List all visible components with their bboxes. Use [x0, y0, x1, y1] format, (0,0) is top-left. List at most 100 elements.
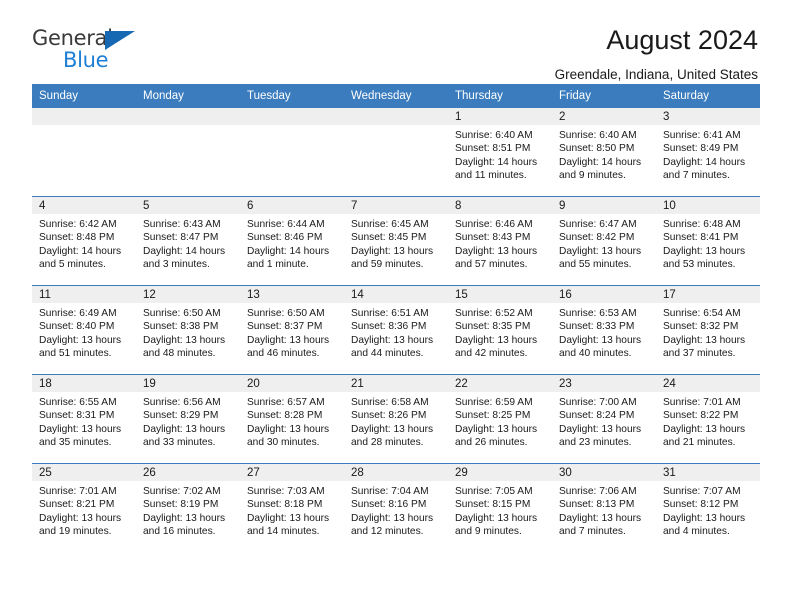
day-details: Sunrise: 6:40 AM Sunset: 8:50 PM Daylight:…: [552, 125, 656, 183]
calendar-day-cell[interactable]: 21 Sunrise: 6:58 AM Sunset: 8:26 PM Dayligh…: [344, 374, 448, 464]
calendar-week-row: 11 Sunrise: 6:49 AM Sunset: 8:40 PM Dayligh…: [32, 285, 760, 375]
day-details: Sunrise: 6:50 AM Sunset: 8:38 PM Daylight:…: [136, 303, 240, 361]
calendar-table: Sunday Monday Tuesday Wednesday Thursday…: [32, 84, 760, 552]
day-details: Sunrise: 6:54 AM Sunset: 8:32 PM Daylight:…: [656, 303, 760, 361]
calendar-week-row: 25 Sunrise: 7:01 AM Sunset: 8:21 PM Dayligh…: [32, 463, 760, 552]
weekday-header-thursday: Thursday: [448, 84, 552, 108]
sunset-text: Sunset: 8:47 PM: [143, 232, 219, 244]
sunset-text: Sunset: 8:22 PM: [663, 410, 739, 422]
day-number: 25: [32, 464, 136, 481]
calendar-day-cell[interactable]: 1 Sunrise: 6:40 AM Sunset: 8:51 PM Daylight…: [448, 108, 552, 197]
sunset-text: Sunset: 8:29 PM: [143, 410, 219, 422]
weekday-header-monday: Monday: [136, 84, 240, 108]
day-number: 3: [656, 108, 760, 125]
calendar-day-cell[interactable]: 11 Sunrise: 6:49 AM Sunset: 8:40 PM Dayligh…: [32, 285, 136, 375]
calendar-cell-empty: [32, 108, 136, 197]
day-number: [136, 108, 240, 125]
calendar-day-cell[interactable]: 29 Sunrise: 7:05 AM Sunset: 8:15 PM Dayligh…: [448, 463, 552, 552]
calendar-day-cell[interactable]: 18 Sunrise: 6:55 AM Sunset: 8:31 PM Dayligh…: [32, 374, 136, 464]
calendar-day-cell[interactable]: 30 Sunrise: 7:06 AM Sunset: 8:13 PM Dayligh…: [552, 463, 656, 552]
calendar-day-cell[interactable]: 31 Sunrise: 7:07 AM Sunset: 8:12 PM Dayligh…: [656, 463, 760, 552]
sunrise-text: Sunrise: 7:05 AM: [455, 486, 533, 497]
sunset-text: Sunset: 8:46 PM: [247, 232, 323, 244]
calendar-day-cell[interactable]: 20 Sunrise: 6:57 AM Sunset: 8:28 PM Dayligh…: [240, 374, 344, 464]
calendar-day-cell[interactable]: 26 Sunrise: 7:02 AM Sunset: 8:19 PM Dayligh…: [136, 463, 240, 552]
calendar-day-cell[interactable]: 7 Sunrise: 6:45 AM Sunset: 8:45 PM Daylight…: [344, 196, 448, 286]
day-details: Sunrise: 6:48 AM Sunset: 8:41 PM Daylight:…: [656, 214, 760, 272]
calendar-day-cell[interactable]: 23 Sunrise: 7:00 AM Sunset: 8:24 PM Dayligh…: [552, 374, 656, 464]
calendar-day-cell[interactable]: 13 Sunrise: 6:50 AM Sunset: 8:37 PM Dayligh…: [240, 285, 344, 375]
calendar-day-cell[interactable]: 4 Sunrise: 6:42 AM Sunset: 8:48 PM Daylight…: [32, 196, 136, 286]
sunset-text: Sunset: 8:31 PM: [39, 410, 115, 422]
sunset-text: Sunset: 8:40 PM: [39, 321, 115, 333]
sunset-text: Sunset: 8:37 PM: [247, 321, 323, 333]
day-number: 27: [240, 464, 344, 481]
day-number: 21: [344, 375, 448, 392]
calendar-day-cell[interactable]: 16 Sunrise: 6:53 AM Sunset: 8:33 PM Dayligh…: [552, 285, 656, 375]
sunset-text: Sunset: 8:48 PM: [39, 232, 115, 244]
day-number: 28: [344, 464, 448, 481]
sunrise-text: Sunrise: 7:01 AM: [663, 397, 741, 408]
calendar-day-cell[interactable]: 5 Sunrise: 6:43 AM Sunset: 8:47 PM Daylight…: [136, 196, 240, 286]
day-details: Sunrise: 7:01 AM Sunset: 8:21 PM Daylight:…: [32, 481, 136, 539]
sunrise-text: Sunrise: 6:48 AM: [663, 219, 741, 230]
general-blue-logo[interactable]: General Blue: [32, 26, 144, 74]
calendar-day-cell[interactable]: 10 Sunrise: 6:48 AM Sunset: 8:41 PM Dayligh…: [656, 196, 760, 286]
day-number: 7: [344, 197, 448, 214]
daylight-text: Daylight: 13 hours and 55 minutes.: [559, 245, 642, 271]
day-details: Sunrise: 6:57 AM Sunset: 8:28 PM Daylight:…: [240, 392, 344, 450]
day-details: Sunrise: 7:04 AM Sunset: 8:16 PM Daylight:…: [344, 481, 448, 539]
day-details: Sunrise: 7:01 AM Sunset: 8:22 PM Daylight:…: [656, 392, 760, 450]
day-number: 1: [448, 108, 552, 125]
calendar-day-cell[interactable]: 28 Sunrise: 7:04 AM Sunset: 8:16 PM Dayligh…: [344, 463, 448, 552]
daylight-text: Daylight: 13 hours and 16 minutes.: [143, 512, 226, 538]
daylight-text: Daylight: 13 hours and 35 minutes.: [39, 423, 122, 449]
sunrise-text: Sunrise: 6:53 AM: [559, 308, 637, 319]
sunrise-text: Sunrise: 6:55 AM: [39, 397, 117, 408]
day-number: 13: [240, 286, 344, 303]
weekday-header-sunday: Sunday: [32, 84, 136, 108]
calendar-day-cell[interactable]: 27 Sunrise: 7:03 AM Sunset: 8:18 PM Dayligh…: [240, 463, 344, 552]
day-number: 5: [136, 197, 240, 214]
day-details: Sunrise: 6:44 AM Sunset: 8:46 PM Daylight:…: [240, 214, 344, 272]
day-number: 9: [552, 197, 656, 214]
daylight-text: Daylight: 13 hours and 12 minutes.: [351, 512, 434, 538]
day-details: Sunrise: 7:03 AM Sunset: 8:18 PM Daylight:…: [240, 481, 344, 539]
calendar-day-cell[interactable]: 22 Sunrise: 6:59 AM Sunset: 8:25 PM Dayligh…: [448, 374, 552, 464]
daylight-text: Daylight: 14 hours and 11 minutes.: [455, 156, 538, 182]
day-number: 23: [552, 375, 656, 392]
calendar-day-cell[interactable]: 9 Sunrise: 6:47 AM Sunset: 8:42 PM Daylight…: [552, 196, 656, 286]
sunset-text: Sunset: 8:15 PM: [455, 499, 531, 511]
sunset-text: Sunset: 8:16 PM: [351, 499, 427, 511]
day-details: Sunrise: 6:42 AM Sunset: 8:48 PM Daylight:…: [32, 214, 136, 272]
sunrise-text: Sunrise: 6:56 AM: [143, 397, 221, 408]
sunrise-text: Sunrise: 6:54 AM: [663, 308, 741, 319]
daylight-text: Daylight: 13 hours and 21 minutes.: [663, 423, 746, 449]
calendar-day-cell[interactable]: 25 Sunrise: 7:01 AM Sunset: 8:21 PM Dayligh…: [32, 463, 136, 552]
sunrise-text: Sunrise: 7:03 AM: [247, 486, 325, 497]
daylight-text: Daylight: 13 hours and 14 minutes.: [247, 512, 330, 538]
day-details: Sunrise: 6:51 AM Sunset: 8:36 PM Daylight:…: [344, 303, 448, 361]
day-number: 12: [136, 286, 240, 303]
day-number: 4: [32, 197, 136, 214]
calendar-day-cell[interactable]: 24 Sunrise: 7:01 AM Sunset: 8:22 PM Dayligh…: [656, 374, 760, 464]
day-details: Sunrise: 6:46 AM Sunset: 8:43 PM Daylight:…: [448, 214, 552, 272]
daylight-text: Daylight: 14 hours and 3 minutes.: [143, 245, 226, 271]
calendar-day-cell[interactable]: 2 Sunrise: 6:40 AM Sunset: 8:50 PM Daylight…: [552, 108, 656, 197]
calendar-day-cell[interactable]: 8 Sunrise: 6:46 AM Sunset: 8:43 PM Daylight…: [448, 196, 552, 286]
sunrise-text: Sunrise: 6:40 AM: [559, 130, 637, 141]
calendar-day-cell[interactable]: 12 Sunrise: 6:50 AM Sunset: 8:38 PM Dayligh…: [136, 285, 240, 375]
calendar-day-cell[interactable]: 17 Sunrise: 6:54 AM Sunset: 8:32 PM Dayligh…: [656, 285, 760, 375]
daylight-text: Daylight: 13 hours and 4 minutes.: [663, 512, 746, 538]
day-number: 26: [136, 464, 240, 481]
calendar-day-cell[interactable]: 6 Sunrise: 6:44 AM Sunset: 8:46 PM Daylight…: [240, 196, 344, 286]
sunrise-text: Sunrise: 7:07 AM: [663, 486, 741, 497]
calendar-day-cell[interactable]: 3 Sunrise: 6:41 AM Sunset: 8:49 PM Daylight…: [656, 108, 760, 197]
daylight-text: Daylight: 13 hours and 37 minutes.: [663, 334, 746, 360]
calendar-day-cell[interactable]: 15 Sunrise: 6:52 AM Sunset: 8:35 PM Dayligh…: [448, 285, 552, 375]
daylight-text: Daylight: 13 hours and 7 minutes.: [559, 512, 642, 538]
daylight-text: Daylight: 13 hours and 28 minutes.: [351, 423, 434, 449]
day-number: [32, 108, 136, 125]
calendar-day-cell[interactable]: 14 Sunrise: 6:51 AM Sunset: 8:36 PM Dayligh…: [344, 285, 448, 375]
calendar-day-cell[interactable]: 19 Sunrise: 6:56 AM Sunset: 8:29 PM Dayligh…: [136, 374, 240, 464]
